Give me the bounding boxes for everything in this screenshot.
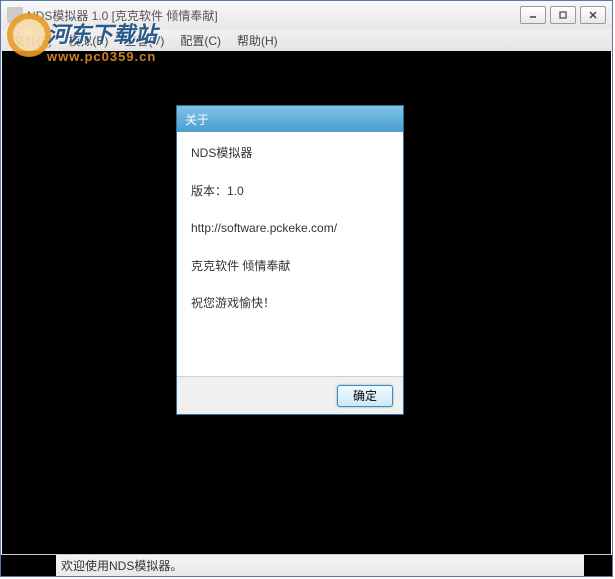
about-dialog: 关于 NDS模拟器 版本：1.0 http://software.pckeke.… <box>176 105 404 415</box>
menu-view[interactable]: 查看(V) <box>116 30 172 51</box>
about-credit: 克克软件 倾情奉献 <box>191 259 389 275</box>
about-wish: 祝您游戏愉快！ <box>191 296 389 312</box>
about-dialog-footer: 确定 <box>177 376 403 414</box>
menu-emulation[interactable]: 模拟(E) <box>60 30 116 51</box>
minimize-button[interactable] <box>520 6 546 24</box>
app-icon <box>7 7 23 23</box>
minimize-icon <box>528 10 538 20</box>
about-app-name: NDS模拟器 <box>191 146 389 162</box>
about-url: http://software.pckeke.com/ <box>191 221 389 237</box>
menu-bar: 文件(F) 模拟(E) 查看(V) 配置(C) 帮助(H) <box>1 29 612 51</box>
maximize-icon <box>558 10 568 20</box>
status-bar: 欢迎使用NDS模拟器。 <box>1 554 612 576</box>
close-button[interactable] <box>580 6 606 24</box>
window-controls <box>520 6 606 24</box>
about-dialog-title: 关于 <box>177 106 403 132</box>
close-icon <box>588 10 598 20</box>
about-dialog-body: NDS模拟器 版本：1.0 http://software.pckeke.com… <box>177 132 403 340</box>
title-bar: NDS模拟器 1.0 [克克软件 倾情奉献] <box>1 1 612 29</box>
menu-help[interactable]: 帮助(H) <box>229 30 286 51</box>
status-text: 欢迎使用NDS模拟器。 <box>61 557 182 574</box>
main-window: NDS模拟器 1.0 [克克软件 倾情奉献] 文件(F) 模拟(E) 查看(V)… <box>0 0 613 577</box>
menu-file[interactable]: 文件(F) <box>5 30 60 51</box>
window-title: NDS模拟器 1.0 [克克软件 倾情奉献] <box>27 7 520 24</box>
about-version: 版本：1.0 <box>191 184 389 200</box>
ok-button[interactable]: 确定 <box>337 385 393 407</box>
maximize-button[interactable] <box>550 6 576 24</box>
menu-config[interactable]: 配置(C) <box>172 30 229 51</box>
